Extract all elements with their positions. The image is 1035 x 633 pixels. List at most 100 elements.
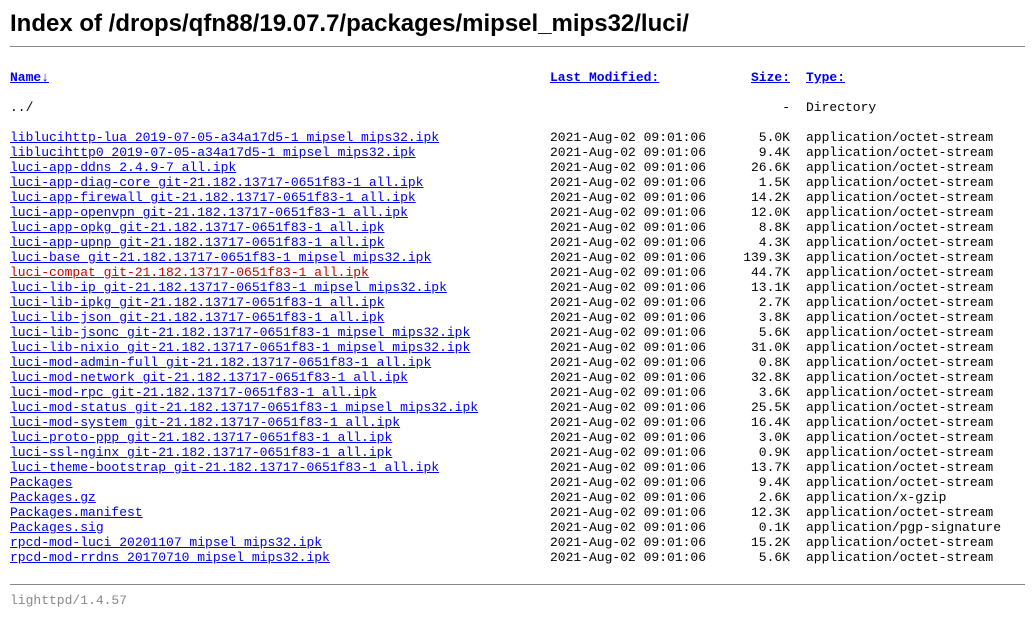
- file-type: application/x-gzip: [790, 490, 946, 505]
- file-size: 8.8K: [730, 220, 790, 235]
- file-link[interactable]: liblucihttp-lua_2019-07-05-a34a17d5-1_mi…: [10, 130, 439, 145]
- file-date: 2021-Aug-02 09:01:06: [550, 280, 730, 295]
- file-link[interactable]: luci-app-diag-core_git-21.182.13717-0651…: [10, 175, 423, 190]
- file-link[interactable]: luci-app-openvpn_git-21.182.13717-0651f8…: [10, 205, 408, 220]
- file-date: 2021-Aug-02 09:01:06: [550, 475, 730, 490]
- file-type: application/octet-stream: [790, 250, 993, 265]
- file-date: 2021-Aug-02 09:01:06: [550, 550, 730, 565]
- file-date: 2021-Aug-02 09:01:06: [550, 160, 730, 175]
- parent-dir-link[interactable]: ../: [10, 100, 33, 115]
- file-size: 1.5K: [730, 175, 790, 190]
- file-row: luci-lib-ipkg_git-21.182.13717-0651f83-1…: [10, 295, 1025, 310]
- file-date: 2021-Aug-02 09:01:06: [550, 130, 730, 145]
- file-link[interactable]: Packages: [10, 475, 72, 490]
- file-link[interactable]: luci-theme-bootstrap_git-21.182.13717-06…: [10, 460, 439, 475]
- file-row: luci-proto-ppp_git-21.182.13717-0651f83-…: [10, 430, 1025, 445]
- file-row: luci-lib-jsonc_git-21.182.13717-0651f83-…: [10, 325, 1025, 340]
- file-date: 2021-Aug-02 09:01:06: [550, 265, 730, 280]
- file-size: 0.1K: [730, 520, 790, 535]
- file-link[interactable]: rpcd-mod-rrdns_20170710_mipsel_mips32.ip…: [10, 550, 330, 565]
- divider-top: [10, 46, 1025, 47]
- page-title: Index of /drops/qfn88/19.07.7/packages/m…: [10, 10, 1025, 38]
- file-size: 9.4K: [730, 145, 790, 160]
- file-link[interactable]: luci-mod-rpc_git-21.182.13717-0651f83-1_…: [10, 385, 377, 400]
- divider-bottom: [10, 584, 1025, 585]
- file-size: 2.6K: [730, 490, 790, 505]
- sort-type-link[interactable]: Type:: [790, 70, 845, 85]
- parent-row: ../ -Directory: [10, 100, 1025, 115]
- file-size: 13.7K: [730, 460, 790, 475]
- server-footer: lighttpd/1.4.57: [10, 593, 1025, 608]
- file-row: Packages.manifest2021-Aug-02 09:01:0612.…: [10, 505, 1025, 520]
- file-link[interactable]: luci-lib-jsonc_git-21.182.13717-0651f83-…: [10, 325, 470, 340]
- file-link[interactable]: luci-lib-nixio_git-21.182.13717-0651f83-…: [10, 340, 470, 355]
- sort-modified-link[interactable]: Last Modified:: [550, 70, 730, 85]
- file-row: rpcd-mod-rrdns_20170710_mipsel_mips32.ip…: [10, 550, 1025, 565]
- file-type: application/octet-stream: [790, 460, 993, 475]
- file-row: Packages2021-Aug-02 09:01:069.4Kapplicat…: [10, 475, 1025, 490]
- file-row: liblucihttp0_2019-07-05-a34a17d5-1_mipse…: [10, 145, 1025, 160]
- file-date: 2021-Aug-02 09:01:06: [550, 460, 730, 475]
- file-link[interactable]: Packages.manifest: [10, 505, 143, 520]
- file-link[interactable]: luci-mod-admin-full_git-21.182.13717-065…: [10, 355, 431, 370]
- file-link[interactable]: luci-proto-ppp_git-21.182.13717-0651f83-…: [10, 430, 392, 445]
- file-size: 2.7K: [730, 295, 790, 310]
- file-size: 25.5K: [730, 400, 790, 415]
- file-link[interactable]: rpcd-mod-luci_20201107_mipsel_mips32.ipk: [10, 535, 322, 550]
- file-date: 2021-Aug-02 09:01:06: [550, 535, 730, 550]
- file-row: luci-app-diag-core_git-21.182.13717-0651…: [10, 175, 1025, 190]
- file-size: 15.2K: [730, 535, 790, 550]
- file-size: 9.4K: [730, 475, 790, 490]
- file-type: application/octet-stream: [790, 445, 993, 460]
- file-type: application/octet-stream: [790, 535, 993, 550]
- file-date: 2021-Aug-02 09:01:06: [550, 295, 730, 310]
- file-type: application/octet-stream: [790, 130, 993, 145]
- file-link[interactable]: luci-lib-json_git-21.182.13717-0651f83-1…: [10, 310, 384, 325]
- file-link[interactable]: luci-mod-system_git-21.182.13717-0651f83…: [10, 415, 400, 430]
- file-link[interactable]: luci-app-upnp_git-21.182.13717-0651f83-1…: [10, 235, 384, 250]
- directory-listing: Name↓Last Modified:Size:Type: ../ -Direct…: [10, 55, 1025, 580]
- file-row: Packages.sig2021-Aug-02 09:01:060.1Kappl…: [10, 520, 1025, 535]
- file-date: 2021-Aug-02 09:01:06: [550, 145, 730, 160]
- parent-type: Directory: [790, 100, 876, 115]
- file-link[interactable]: luci-compat_git-21.182.13717-0651f83-1_a…: [10, 265, 369, 280]
- file-size: 4.3K: [730, 235, 790, 250]
- file-link[interactable]: luci-app-opkg_git-21.182.13717-0651f83-1…: [10, 220, 384, 235]
- file-row: liblucihttp-lua_2019-07-05-a34a17d5-1_mi…: [10, 130, 1025, 145]
- file-size: 32.8K: [730, 370, 790, 385]
- file-size: 5.0K: [730, 130, 790, 145]
- file-row: luci-lib-ip_git-21.182.13717-0651f83-1_m…: [10, 280, 1025, 295]
- file-link[interactable]: luci-app-firewall_git-21.182.13717-0651f…: [10, 190, 416, 205]
- file-link[interactable]: Packages.gz: [10, 490, 96, 505]
- file-row: luci-app-openvpn_git-21.182.13717-0651f8…: [10, 205, 1025, 220]
- file-type: application/octet-stream: [790, 145, 993, 160]
- file-type: application/octet-stream: [790, 205, 993, 220]
- sort-size-link[interactable]: Size:: [730, 70, 790, 85]
- file-link[interactable]: luci-lib-ipkg_git-21.182.13717-0651f83-1…: [10, 295, 384, 310]
- parent-size: -: [730, 100, 790, 115]
- file-row: luci-mod-network_git-21.182.13717-0651f8…: [10, 370, 1025, 385]
- file-link[interactable]: luci-mod-status_git-21.182.13717-0651f83…: [10, 400, 478, 415]
- file-row: luci-mod-admin-full_git-21.182.13717-065…: [10, 355, 1025, 370]
- file-link[interactable]: luci-mod-network_git-21.182.13717-0651f8…: [10, 370, 408, 385]
- file-link[interactable]: luci-base_git-21.182.13717-0651f83-1_mip…: [10, 250, 431, 265]
- file-date: 2021-Aug-02 09:01:06: [550, 490, 730, 505]
- file-date: 2021-Aug-02 09:01:06: [550, 175, 730, 190]
- file-date: 2021-Aug-02 09:01:06: [550, 310, 730, 325]
- file-link[interactable]: luci-ssl-nginx_git-21.182.13717-0651f83-…: [10, 445, 392, 460]
- file-type: application/octet-stream: [790, 175, 993, 190]
- file-link[interactable]: luci-lib-ip_git-21.182.13717-0651f83-1_m…: [10, 280, 447, 295]
- file-row: luci-mod-system_git-21.182.13717-0651f83…: [10, 415, 1025, 430]
- file-size: 26.6K: [730, 160, 790, 175]
- sort-name-link[interactable]: Name↓: [10, 70, 550, 85]
- file-type: application/octet-stream: [790, 550, 993, 565]
- file-row: luci-mod-status_git-21.182.13717-0651f83…: [10, 400, 1025, 415]
- file-link[interactable]: Packages.sig: [10, 520, 104, 535]
- file-size: 0.8K: [730, 355, 790, 370]
- file-type: application/octet-stream: [790, 370, 993, 385]
- file-link[interactable]: luci-app-ddns_2.4.9-7_all.ipk: [10, 160, 236, 175]
- file-type: application/octet-stream: [790, 310, 993, 325]
- file-date: 2021-Aug-02 09:01:06: [550, 220, 730, 235]
- file-link[interactable]: liblucihttp0_2019-07-05-a34a17d5-1_mipse…: [10, 145, 416, 160]
- file-type: application/octet-stream: [790, 160, 993, 175]
